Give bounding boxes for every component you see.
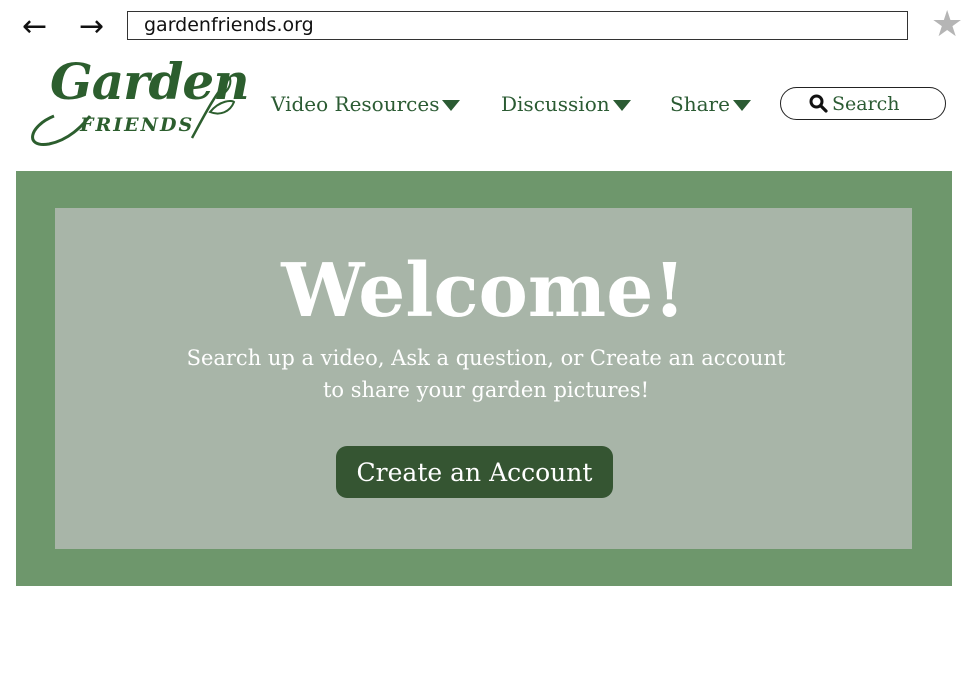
nav-discussion-label: Discussion xyxy=(501,92,610,116)
nav-video-resources[interactable]: Video Resources xyxy=(271,92,461,116)
address-bar[interactable]: gardenfriends.org xyxy=(127,11,908,40)
bookmark-star-icon[interactable]: ★ xyxy=(931,4,963,45)
logo-script-text: Garden xyxy=(50,52,250,111)
nav-share[interactable]: Share xyxy=(670,92,751,116)
hero-subtitle: Search up a video, Ask a question, or Cr… xyxy=(186,346,786,402)
caret-down-icon xyxy=(732,99,751,111)
caret-down-icon xyxy=(442,99,461,111)
search-icon xyxy=(809,94,828,113)
caret-down-icon xyxy=(612,99,631,111)
back-arrow-icon[interactable]: ← xyxy=(22,12,47,42)
search-button[interactable]: Search xyxy=(780,87,946,120)
hero-title: Welcome! xyxy=(281,248,686,334)
nav-video-resources-label: Video Resources xyxy=(271,92,440,116)
search-label: Search xyxy=(832,92,900,115)
forward-arrow-icon[interactable]: → xyxy=(79,12,104,42)
nav-share-label: Share xyxy=(670,92,730,116)
nav-discussion[interactable]: Discussion xyxy=(501,92,631,116)
logo-sub-text: FRIENDS xyxy=(80,114,195,136)
garden-friends-logo[interactable]: Garden FRIENDS xyxy=(24,52,250,152)
create-account-button[interactable]: Create an Account xyxy=(336,446,613,498)
